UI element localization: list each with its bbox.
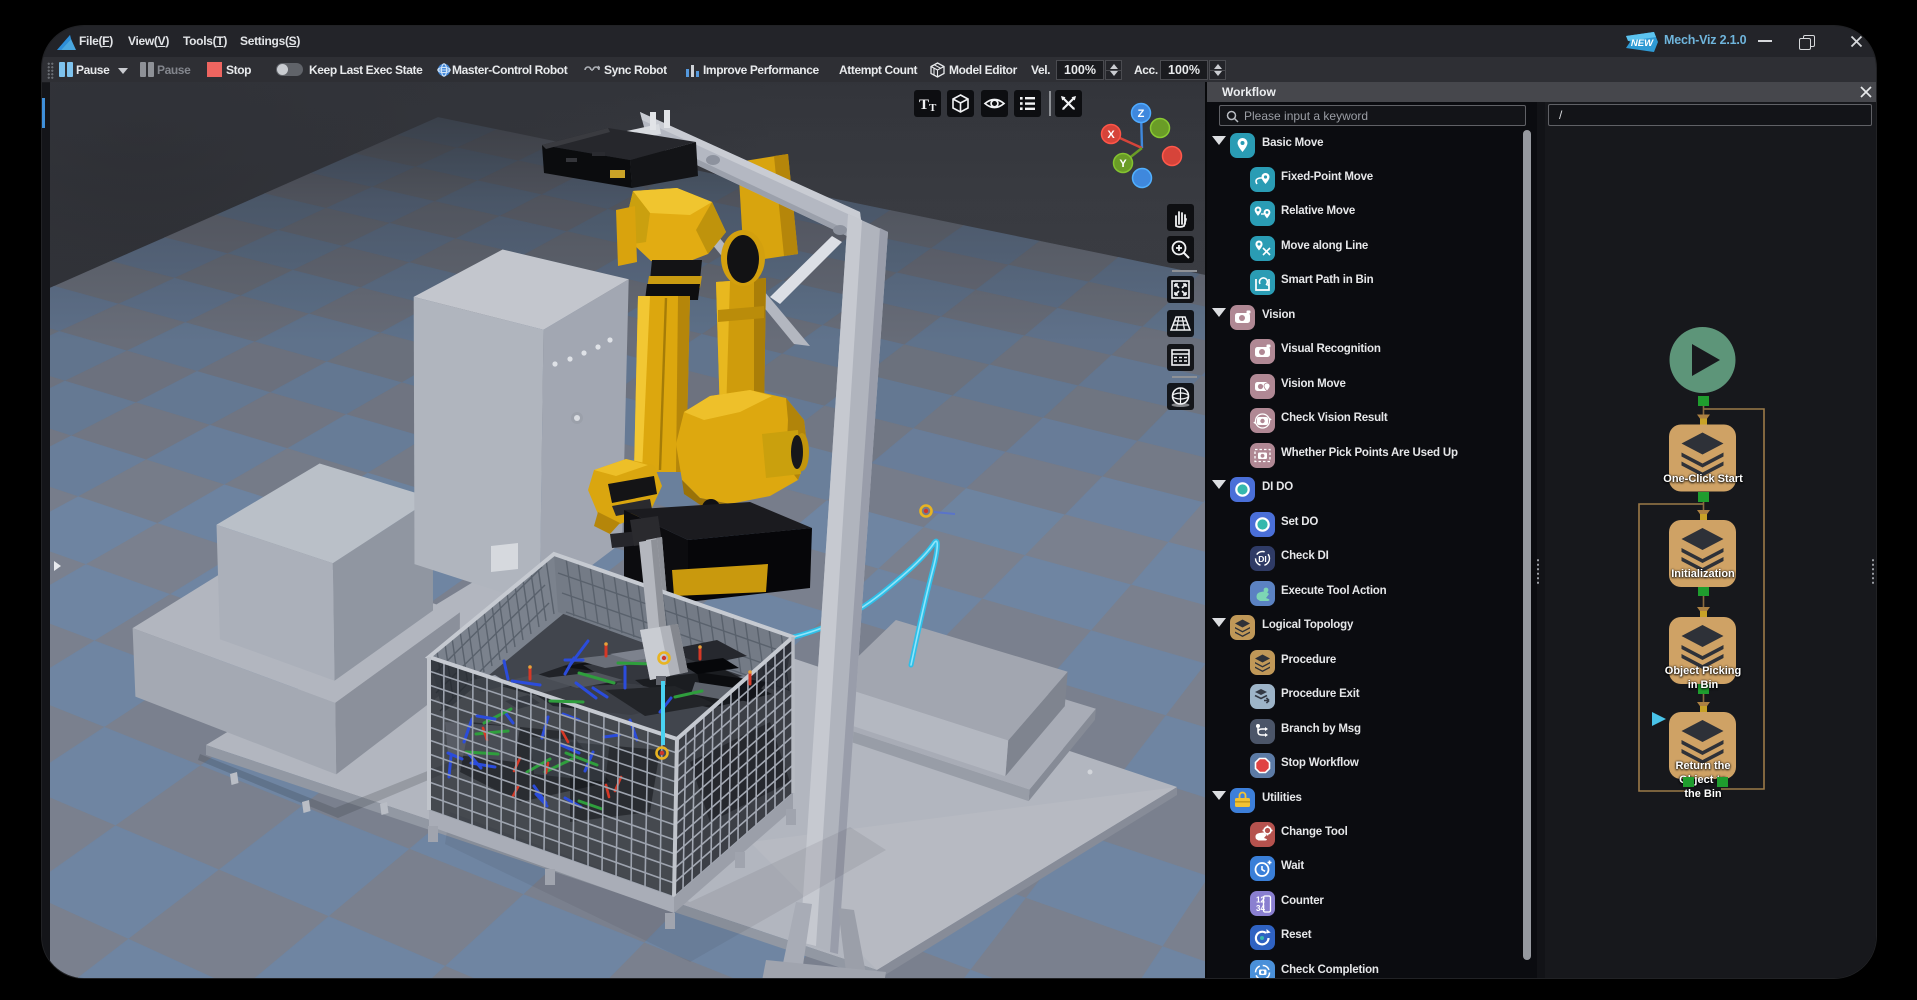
svg-text:DI: DI (1258, 554, 1267, 564)
svg-text:T: T (919, 97, 929, 113)
svg-text:T: T (929, 102, 937, 114)
svg-text:X: X (1107, 129, 1115, 141)
svg-text:NEW: NEW (1631, 38, 1654, 49)
svg-text:Y: Y (1119, 158, 1127, 170)
svg-text:Z: Z (1138, 108, 1145, 120)
